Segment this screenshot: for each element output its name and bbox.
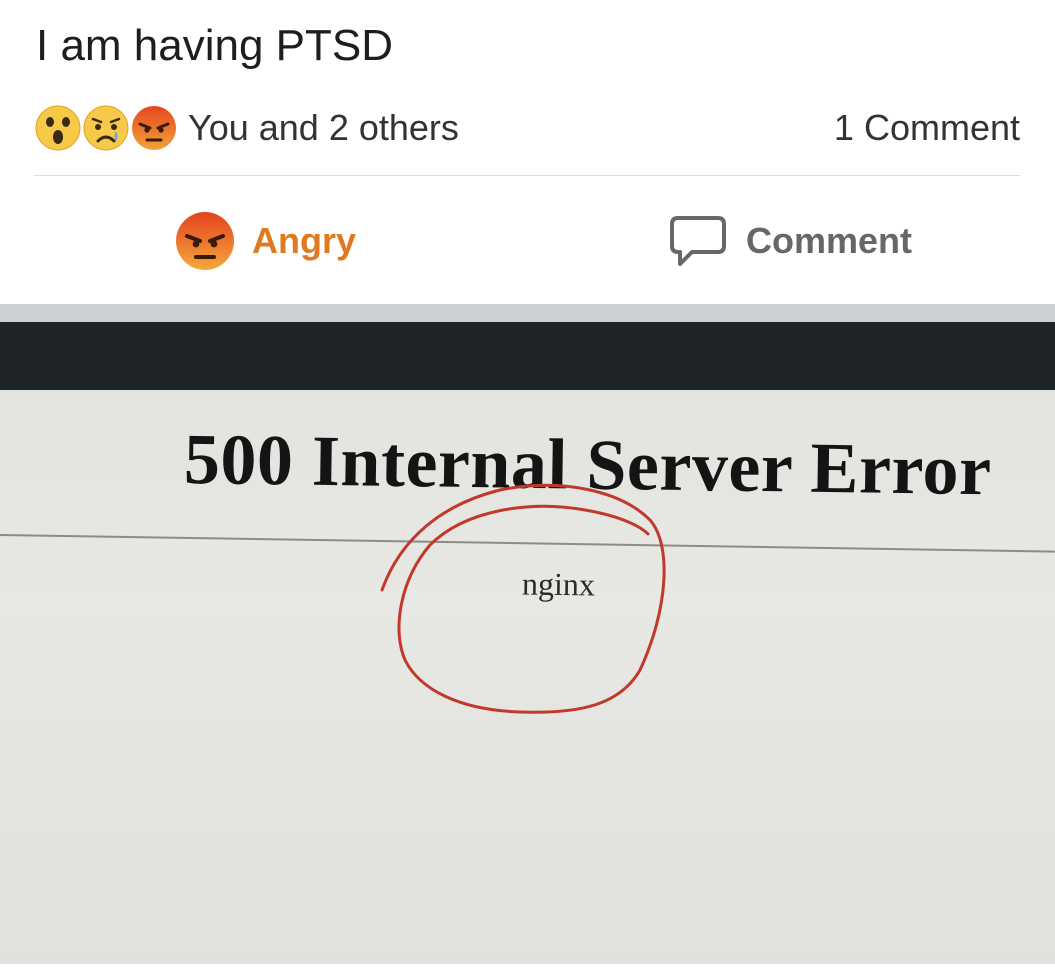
angry-emoji-icon bbox=[132, 106, 176, 150]
reactions-row[interactable]: You and 2 others 1 Comment bbox=[34, 100, 1020, 156]
surprised-emoji-icon bbox=[35, 105, 81, 151]
server-name: nginx bbox=[521, 565, 596, 603]
comment-count[interactable]: 1 Comment bbox=[834, 106, 1020, 150]
divider bbox=[34, 175, 1020, 176]
angry-reaction-button[interactable]: Angry bbox=[174, 206, 356, 276]
error-title: 500 Internal Server Error bbox=[183, 419, 993, 511]
angry-label: Angry bbox=[252, 220, 357, 261]
reaction-icons[interactable] bbox=[34, 104, 184, 152]
photo-top-band bbox=[0, 304, 1055, 324]
comment-bubble-icon bbox=[670, 216, 726, 266]
angry-emoji-icon bbox=[176, 212, 234, 270]
sad-tear-emoji-icon bbox=[83, 105, 129, 151]
post-photo[interactable] bbox=[0, 304, 1055, 964]
comment-label: Comment bbox=[746, 220, 913, 261]
post-text: I am having PTSD bbox=[36, 21, 394, 70]
reaction-summary[interactable]: You and 2 others bbox=[188, 106, 459, 150]
comment-button[interactable]: Comment bbox=[668, 206, 912, 276]
